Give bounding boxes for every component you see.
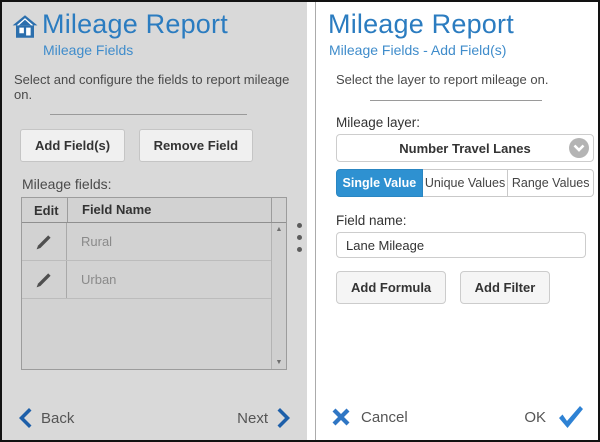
tab-range-values[interactable]: Range Values [508, 169, 594, 197]
right-footer: Cancel OK [316, 405, 598, 429]
scrollbar-header-spacer [271, 198, 286, 222]
page-subtitle: Mileage Fields - Add Field(s) [329, 42, 598, 58]
ok-label: OK [524, 409, 546, 426]
scroll-down-icon[interactable]: ▼ [276, 359, 283, 366]
add-filter-button[interactable]: Add Filter [460, 271, 551, 304]
page-title: Mileage Report [328, 8, 598, 40]
left-title-row: Mileage Report [2, 8, 307, 40]
field-name-cell: Rural [67, 234, 112, 249]
remove-field-button[interactable]: Remove Field [139, 129, 254, 162]
next-button[interactable]: Next [237, 407, 294, 429]
add-formula-button[interactable]: Add Formula [336, 271, 446, 304]
right-divider [370, 100, 542, 101]
mileage-fields-panel: Mileage Report Mileage Fields Select and… [2, 2, 307, 440]
field-name-column-header: Field Name [67, 198, 271, 222]
ok-button[interactable]: OK [524, 405, 584, 429]
back-chevron-icon [15, 407, 32, 429]
scroll-up-icon[interactable]: ▲ [276, 226, 283, 233]
mileage-layer-label: Mileage layer: [336, 115, 598, 130]
add-fields-button[interactable]: Add Field(s) [20, 129, 125, 162]
left-footer: Back Next [2, 407, 307, 429]
left-button-row: Add Field(s) Remove Field [20, 129, 307, 162]
field-name-label: Field name: [336, 213, 598, 228]
back-label: Back [41, 410, 74, 427]
cancel-x-icon [332, 408, 350, 426]
tab-unique-values[interactable]: Unique Values [423, 169, 509, 197]
dropdown-selected-value: Number Travel Lanes [337, 141, 593, 156]
mileage-report-window: Mileage Report Mileage Fields Select and… [0, 0, 600, 442]
mileage-fields-label: Mileage fields: [22, 176, 307, 192]
ok-check-icon [557, 405, 584, 429]
field-name-cell: Urban [67, 272, 116, 287]
table-row[interactable]: Rural [22, 223, 271, 261]
panel-splitter-handle[interactable] [297, 223, 302, 252]
mileage-fields-table: Edit Field Name Rural Urban [21, 197, 287, 370]
left-description: Select and configure the fields to repor… [14, 72, 307, 102]
table-scrollbar[interactable]: ▲ ▼ [271, 223, 286, 369]
right-description: Select the layer to report mileage on. [336, 72, 598, 87]
panel-divider [307, 2, 316, 440]
left-divider [50, 114, 247, 115]
edit-column-header: Edit [22, 203, 67, 218]
mileage-layer-dropdown[interactable]: Number Travel Lanes [336, 134, 594, 162]
home-icon [11, 13, 39, 40]
cancel-button[interactable]: Cancel [332, 408, 408, 426]
page-title: Mileage Report [42, 8, 228, 40]
pencil-icon [35, 233, 53, 251]
value-type-tabs: Single Value Unique Values Range Values [336, 169, 594, 197]
right-button-row: Add Formula Add Filter [336, 271, 598, 304]
edit-row-button[interactable] [22, 223, 67, 260]
table-header: Edit Field Name [22, 198, 286, 223]
pencil-icon [35, 271, 53, 289]
add-field-panel: Mileage Report Mileage Fields - Add Fiel… [316, 2, 598, 440]
field-name-input[interactable] [336, 232, 586, 258]
tab-single-value[interactable]: Single Value [336, 169, 423, 197]
page-subtitle: Mileage Fields [43, 42, 307, 58]
cancel-label: Cancel [361, 409, 408, 426]
edit-row-button[interactable] [22, 261, 67, 298]
back-button[interactable]: Back [15, 407, 74, 429]
next-chevron-icon [277, 407, 294, 429]
chevron-down-icon[interactable] [569, 138, 589, 158]
table-row[interactable]: Urban [22, 261, 271, 299]
next-label: Next [237, 410, 268, 427]
